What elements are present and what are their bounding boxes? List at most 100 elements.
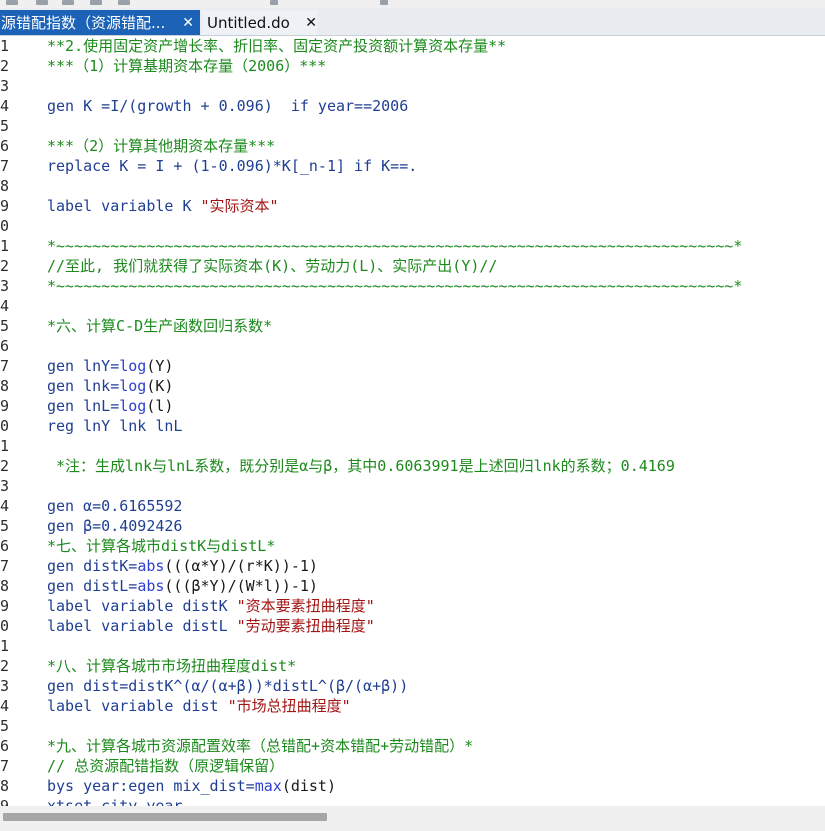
code-text: gen dist=distK^(α/(α+β))*distL^(β/(α+β)) [47,676,408,696]
run-icon[interactable] [380,0,388,5]
close-icon[interactable]: ✕ [305,15,317,31]
code-token: *八、计算各城市市场扭曲程度dist* [47,657,297,675]
line-number: 7 [0,157,10,175]
code-token: label variable dist [47,697,228,715]
code-token: log [119,377,147,395]
horizontal-scrollbar[interactable] [0,806,825,831]
code-line: 2 //至此, 我们就获得了实际资本(K)、劳动力(L)、实际产出(Y)// [0,256,825,276]
code-line: 4 label variable dist "市场总扭曲程度" [0,696,825,716]
code-token: "资本要素扭曲程度" [236,597,375,615]
code-token: label variable distK [47,597,237,615]
line-number: 0 [0,217,10,235]
code-line: 9 gen lnL=log(l) [0,396,825,416]
line-number: 4 [0,497,10,515]
code-line: 7 // 总资源配错指数（原逻辑保留） [0,756,825,776]
code-line: 0 [0,216,825,236]
code-line: 1 [0,636,825,656]
line-number: 3 [0,677,10,695]
code-line: 3 [0,476,825,496]
code-content: 1 **2.使用固定资产增长率、折旧率、固定资产投资额计算资本存量** 2 ***（1… [0,36,825,806]
line-number: 3 [0,77,10,95]
code-text: gen α=0.6165592 [47,496,182,516]
code-text: gen β=0.4092426 [47,516,182,536]
scrollbar-thumb[interactable] [3,813,327,821]
code-token: *~~~~~~~~~~~~~~~~~~~~~~~~~~~~~~~~~~~~~~~… [47,277,743,295]
code-token: //至此, 我们就获得了实际资本(K)、劳动力(L)、实际产出(Y)// [47,257,498,275]
code-token: gen lnk= [47,377,120,395]
paste-icon[interactable] [118,0,130,5]
find-icon[interactable] [62,0,74,5]
print-icon[interactable] [36,0,48,5]
tab-bar: 源错配指数（资源错配... ✕ Untitled.do ✕ [0,8,825,36]
code-token: gen dist=distK^(α/(α+β))*distL^(β/(α+β)) [47,677,409,695]
tab-untitled-do[interactable]: Untitled.do ✕ [202,10,317,35]
line-number: 5 [0,317,10,335]
code-text: *九、计算各城市资源配置效率（总错配+资本错配+劳动错配）* [47,736,473,756]
code-token: ***（1）计算基期资本存量（2006）*** [47,57,327,75]
code-line: 6 *七、计算各城市distK与distL* [0,536,825,556]
code-token: label variable distL [47,617,237,635]
code-token: if year==2006 [290,97,409,115]
line-number: 2 [0,257,10,275]
code-token: gen α=0.6165592 [47,497,183,515]
code-line: 6 [0,336,825,356]
code-token: (((α*Y)/(r*K))-1) [164,557,318,575]
code-line: 9 xtset city year [0,796,825,806]
code-line: 3 gen dist=distK^(α/(α+β))*distL^(β/(α+β)… [0,676,825,696]
code-token: gen β=0.4092426 [47,517,183,535]
tab-label: 源错配指数（资源错配... [1,14,166,32]
code-text: ***（2）计算其他期资本存量*** [47,136,275,156]
code-token: (dist) [281,777,336,795]
code-text: **2.使用固定资产增长率、折旧率、固定资产投资额计算资本存量** [47,36,506,56]
code-text: label variable K "实际资本" [47,196,279,216]
line-number: 7 [0,557,10,575]
save-icon[interactable] [6,0,18,5]
code-token: replace K = I + (1-0.096)*K[_n-1] if K==… [47,157,418,175]
close-icon[interactable]: ✕ [182,15,194,31]
line-number: 1 [0,37,10,55]
line-number: 2 [0,57,10,75]
code-line: 6 *九、计算各城市资源配置效率（总错配+资本错配+劳动错配）* [0,736,825,756]
code-line: 8 gen distL=abs(((β*Y)/(W*l))-1) [0,576,825,596]
code-token: log [119,357,147,375]
code-text: gen distK=abs(((α*Y)/(r*K))-1) [47,556,318,576]
line-number: 1 [0,237,10,255]
code-token: **2.使用固定资产增长率、折旧率、固定资产投资额计算资本存量** [47,37,507,55]
line-number: 9 [0,797,10,806]
code-line: 3 *~~~~~~~~~~~~~~~~~~~~~~~~~~~~~~~~~~~~~~… [0,276,825,296]
tab-active-do-file[interactable]: 源错配指数（资源错配... ✕ [0,10,200,35]
line-number: 8 [0,577,10,595]
code-token: label variable K [47,197,201,215]
code-line: 0 label variable distL "劳动要素扭曲程度" [0,616,825,636]
line-number: 2 [0,457,10,475]
code-token: xtset city year [47,797,183,806]
code-line: 8 [0,176,825,196]
code-token: "市场总扭曲程度" [227,697,351,715]
code-text: *七、计算各城市distK与distL* [47,536,275,556]
code-token: "劳动要素扭曲程度" [236,617,375,635]
code-text: ***（1）计算基期资本存量（2006）*** [47,56,326,76]
code-token: bys year:egen mix_dist= [47,777,255,795]
code-editor[interactable]: 1 **2.使用固定资产增长率、折旧率、固定资产投资额计算资本存量** 2 ***（1… [0,36,825,806]
code-line: 5 gen β=0.4092426 [0,516,825,536]
code-line: 7 replace K = I + (1-0.096)*K[_n-1] if K=… [0,156,825,176]
line-number: 9 [0,197,10,215]
bookmark-icon[interactable] [270,0,278,5]
copy-icon[interactable] [90,0,102,5]
code-token: (((β*Y)/(W*l))-1) [164,577,318,595]
line-number: 5 [0,117,10,135]
code-text: // 总资源配错指数（原逻辑保留） [47,756,284,776]
code-token: gen distL= [47,577,138,595]
line-number: 6 [0,337,10,355]
code-text: //至此, 我们就获得了实际资本(K)、劳动力(L)、实际产出(Y)// [47,256,497,276]
line-number: 7 [0,757,10,775]
code-line: 5 *六、计算C-D生产函数回归系数* [0,316,825,336]
code-line: 8 bys year:egen mix_dist=max(dist) [0,776,825,796]
code-line: 4 gen K =I/(growth + 0.096) if year==2006 [0,96,825,116]
toolbar [0,0,825,8]
code-text: gen lnk=log(K) [47,376,173,396]
line-number: 4 [0,697,10,715]
code-token: *注：生成lnk与lnL系数，既分别是α与β，其中0.6063991是上述回归l… [47,457,675,475]
code-text: label variable dist "市场总扭曲程度" [47,696,351,716]
line-number: 3 [0,277,10,295]
